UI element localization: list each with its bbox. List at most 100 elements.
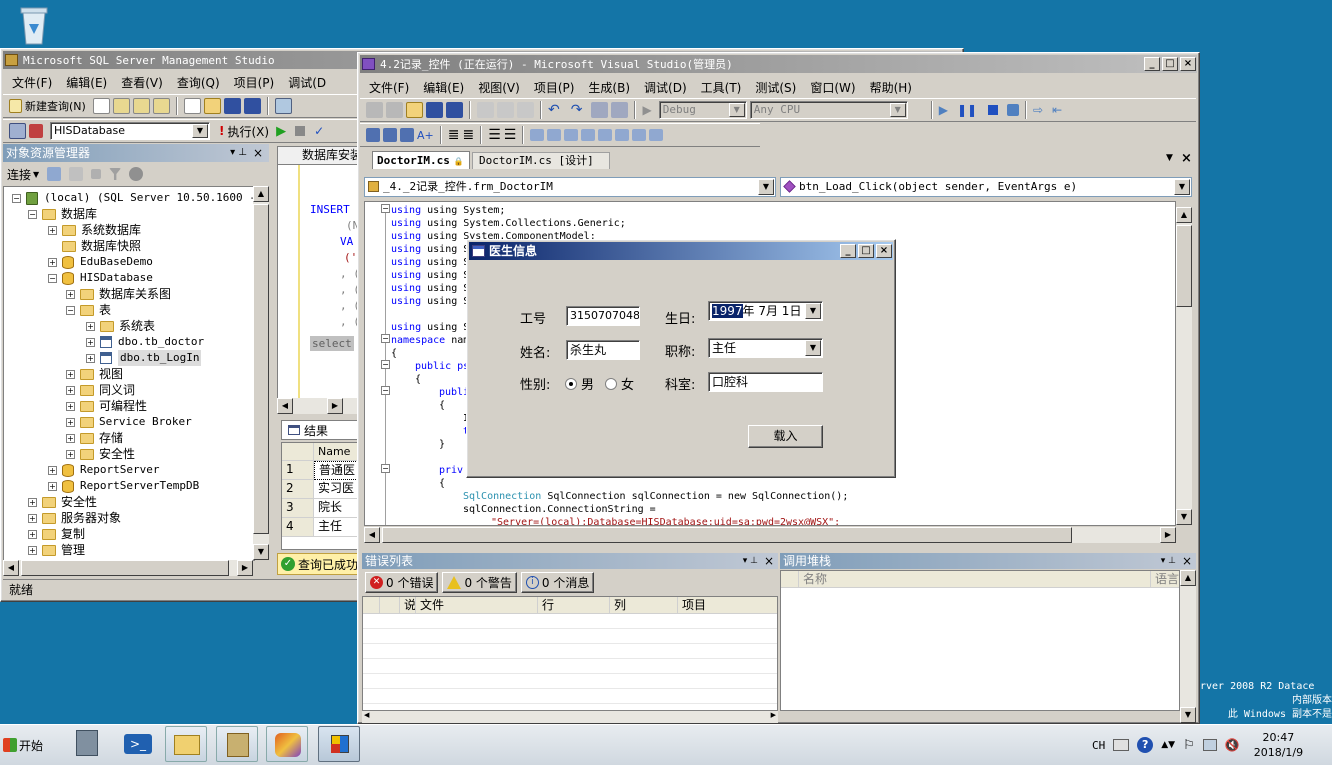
new-query-button[interactable]: 新建查询(N): [25, 98, 86, 114]
restart-icon[interactable]: [1007, 104, 1020, 116]
tree-node-tables[interactable]: − 表: [66, 302, 111, 318]
new-file-icon[interactable]: [92, 98, 110, 114]
ssms-menu-project[interactable]: 项目(P): [227, 74, 282, 91]
step-into-icon[interactable]: ⇤: [1052, 103, 1062, 117]
tree-node-tb-login[interactable]: + dbo.tb_LogIn: [86, 350, 202, 366]
results-cell-name[interactable]: 院长: [314, 499, 358, 518]
error-list-grid[interactable]: 说 文件 行 列 项目: [362, 596, 778, 711]
taskbar-visual-studio-icon[interactable]: [266, 726, 308, 762]
results-cell-name[interactable]: 实习医: [314, 480, 358, 499]
vs-menu-view[interactable]: 视图(V): [471, 79, 527, 96]
filter-icon[interactable]: [109, 168, 122, 180]
tree-node-tb-doctor[interactable]: + dbo.tb_doctor: [86, 334, 204, 350]
font-size-icon[interactable]: A+: [417, 129, 434, 142]
expand-icon[interactable]: +: [86, 353, 95, 363]
ssms-menu-debug[interactable]: 调试(D: [281, 74, 333, 91]
save-icon[interactable]: [223, 98, 241, 114]
outdent-icon[interactable]: ≣: [462, 127, 474, 143]
taskbar-doctor-app-icon[interactable]: [318, 726, 360, 762]
tree-node-server[interactable]: − (local) (SQL Server 10.50.1600 - sa: [12, 190, 254, 206]
language-indicator[interactable]: CH: [1092, 739, 1105, 752]
pin-icon[interactable]: ▾ ⊥: [743, 553, 758, 569]
scroll-left-icon[interactable]: ◀: [364, 711, 369, 719]
platform-combo[interactable]: Any CPU ▼: [749, 101, 908, 119]
save-icon[interactable]: [426, 102, 443, 118]
volume-muted-icon[interactable]: 🔇: [1225, 738, 1240, 752]
scroll-up-icon[interactable]: ▲: [253, 186, 269, 202]
maximize-icon[interactable]: □: [1162, 57, 1178, 71]
callstack-col-lang[interactable]: 语言: [1151, 571, 1179, 588]
tree-node-security[interactable]: + 安全性: [28, 494, 97, 510]
close-icon[interactable]: ×: [253, 144, 263, 162]
chevron-down-icon[interactable]: ▼: [1174, 179, 1190, 195]
object-explorer-hscroll[interactable]: ◀ ▶: [3, 560, 253, 576]
tree-node-edubasedemo[interactable]: + EduBaseDemo: [48, 254, 153, 270]
tray-expand-icon[interactable]: ▲▼: [1161, 740, 1175, 750]
load-button[interactable]: 载入: [748, 425, 823, 448]
start-button[interactable]: 开始: [0, 727, 50, 763]
config-combo[interactable]: Debug ▼: [658, 101, 747, 119]
ssms-menu-view[interactable]: 查看(V): [114, 74, 170, 91]
tree-node-service-broker[interactable]: + Service Broker: [66, 414, 192, 430]
collapse-icon[interactable]: −: [66, 305, 75, 315]
parse-icon[interactable]: ✓: [314, 124, 324, 138]
tree-node-system-databases[interactable]: + 系统数据库: [48, 222, 141, 238]
align-lefts-icon[interactable]: [366, 128, 380, 142]
error-col-file[interactable]: 文件: [416, 597, 538, 614]
pin-icon[interactable]: ▾ ⊥: [1161, 553, 1176, 569]
results-row-num[interactable]: 3: [282, 499, 314, 518]
tree-node-databases[interactable]: − 数据库: [28, 206, 97, 222]
redo-icon[interactable]: ↷: [571, 102, 583, 118]
taskbar-ssms-icon[interactable]: [216, 726, 258, 762]
flag-icon[interactable]: ⚐: [1183, 738, 1195, 753]
error-col-column[interactable]: 列: [610, 597, 678, 614]
scroll-right-icon[interactable]: ▶: [1160, 527, 1176, 543]
messages-filter-button[interactable]: i 0 个消息: [520, 571, 595, 593]
scroll-up-icon[interactable]: ▲: [1176, 207, 1192, 223]
method-combo[interactable]: btn_Load_Click(object sender, EventArgs …: [780, 177, 1192, 197]
results-row-num[interactable]: 4: [282, 518, 314, 537]
add-item-icon[interactable]: [386, 102, 403, 118]
collapse-icon[interactable]: −: [28, 209, 37, 219]
query-editor[interactable]: INSERT (N VA (' , ( , ( , ( , ( select: [277, 164, 359, 400]
taskbar-powershell-icon[interactable]: >_: [118, 726, 160, 762]
scroll-down-icon[interactable]: ▼: [253, 544, 269, 560]
pin-icon[interactable]: ▾ ⊥: [230, 144, 247, 162]
uncomment-icon[interactable]: ☰: [504, 127, 517, 143]
bookmark-list-icon[interactable]: [615, 129, 630, 141]
navigate-icon[interactable]: [591, 102, 609, 118]
query-tab[interactable]: 数据库安装: [277, 146, 359, 164]
indent-icon[interactable]: ≣: [448, 127, 460, 143]
tree-node-system-tables[interactable]: + 系统表: [86, 318, 155, 334]
mdx-query-icon[interactable]: [112, 98, 130, 114]
close-icon[interactable]: ×: [1182, 553, 1192, 569]
connect-icon[interactable]: [47, 167, 62, 181]
collapse-icon[interactable]: −: [48, 273, 57, 283]
connect-button[interactable]: 连接: [7, 166, 31, 183]
id-input[interactable]: 3150707048: [566, 306, 640, 326]
chevron-down-icon[interactable]: ▼: [805, 303, 821, 319]
close-icon[interactable]: ×: [1181, 151, 1192, 166]
scroll-left-icon[interactable]: ◀: [3, 560, 19, 576]
open-folder-icon[interactable]: [203, 98, 221, 114]
bookmark-clear-icon[interactable]: [598, 129, 613, 141]
results-cell-name[interactable]: 主任: [314, 518, 358, 537]
tree-node-db-snapshots[interactable]: 数据库快照: [62, 238, 141, 254]
error-col-desc[interactable]: 说: [400, 597, 416, 614]
continue-icon[interactable]: ▶: [939, 103, 948, 117]
collapse-icon[interactable]: −: [381, 464, 390, 473]
expand-icon[interactable]: +: [86, 337, 95, 347]
scroll-thumb[interactable]: [253, 204, 269, 534]
vs-menu-tools[interactable]: 工具(T): [694, 79, 749, 96]
chevron-down-icon[interactable]: ▼: [805, 340, 821, 356]
vs-menu-edit[interactable]: 编辑(E): [416, 79, 471, 96]
connect-engine-icon[interactable]: [9, 123, 26, 139]
taskbar-server-manager-icon[interactable]: [66, 726, 108, 762]
scroll-right-icon[interactable]: ▶: [237, 560, 253, 576]
ssms-menu-edit[interactable]: 编辑(E): [59, 74, 114, 91]
network-icon[interactable]: [1202, 739, 1217, 751]
title-combo[interactable]: 主任 ▼: [708, 338, 823, 358]
stop-icon[interactable]: [91, 169, 102, 179]
bookmark-prev-icon[interactable]: [547, 129, 562, 141]
bookmark-next-icon[interactable]: [564, 129, 579, 141]
